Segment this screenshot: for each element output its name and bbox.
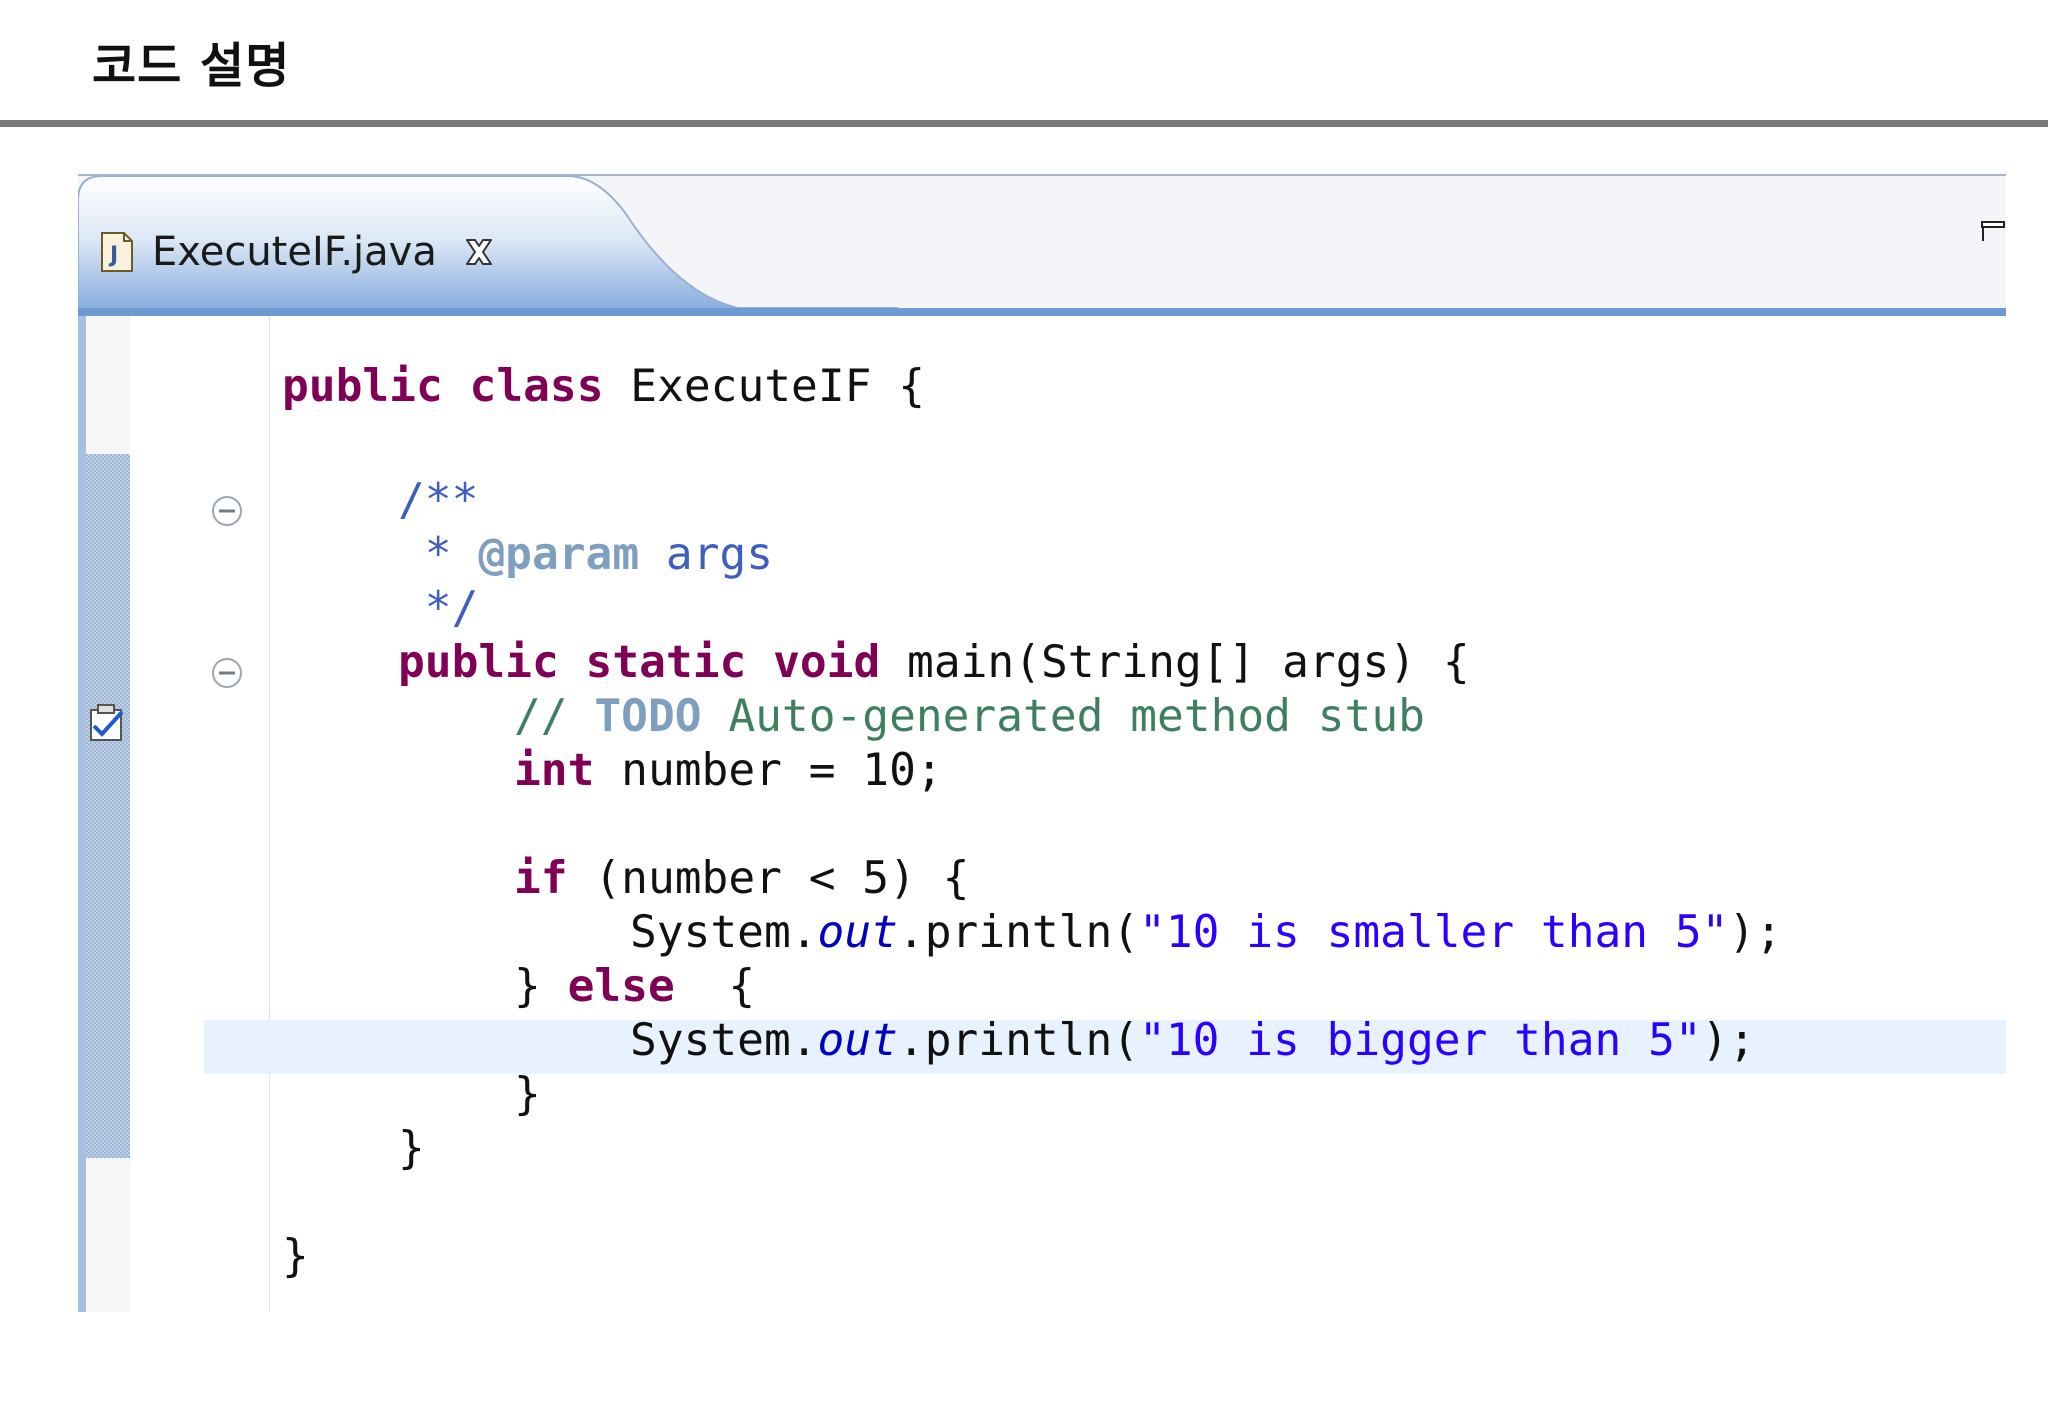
keyword: else: [567, 961, 675, 1012]
code-line-3: /**: [398, 475, 479, 526]
keyword: public: [282, 361, 443, 412]
tab-strip-bottom-border: [78, 308, 2006, 316]
title-divider: [0, 120, 2048, 127]
string-literal: "10 is bigger than 5": [1139, 1015, 1702, 1066]
todo-tag: TODO: [594, 691, 702, 742]
tab-executeif-java[interactable]: J ExecuteIF.java: [100, 220, 497, 284]
code-text-span: (number < 5) {: [567, 853, 970, 904]
code-text-span: .println(: [897, 1015, 1140, 1066]
minimize-icon[interactable]: [1980, 216, 2006, 244]
code-text-span: {: [674, 961, 756, 1012]
editor-tab-strip: J ExecuteIF.java: [78, 174, 2006, 316]
page-title: 코드 설명: [92, 38, 291, 94]
keyword: static: [585, 637, 747, 688]
code-line-4: * @param args: [398, 528, 773, 582]
code-line-12: } else {: [514, 960, 755, 1014]
keyword: void: [773, 637, 881, 688]
code-line-13: System.out.println("10 is bigger than 5"…: [630, 1014, 1755, 1068]
code-line-10: if (number < 5) {: [514, 852, 969, 906]
close-icon[interactable]: [461, 234, 497, 270]
code-text-span: );: [1701, 1015, 1756, 1066]
code-text-span: main(String[] args) {: [880, 637, 1470, 688]
task-marker-icon[interactable]: [88, 702, 126, 742]
keyword: public: [398, 637, 559, 688]
code-text-span: number = 10;: [594, 745, 943, 796]
code-text-span: System.: [630, 907, 818, 958]
code-line-8: int number = 10;: [514, 744, 943, 798]
keyword: if: [514, 853, 568, 904]
code-line-6: public static void main(String[] args) {: [398, 636, 1470, 690]
javadoc-text: args: [639, 529, 774, 580]
range-indicator: [86, 454, 130, 1158]
javadoc-text: *: [398, 529, 479, 580]
static-field: out: [817, 1015, 898, 1066]
java-file-icon: J: [101, 232, 133, 272]
code-editor-area[interactable]: public class ExecuteIF { /** * @param ar…: [78, 316, 2006, 1312]
code-line-14: }: [514, 1069, 541, 1120]
code-line-1: public class ExecuteIF {: [282, 360, 925, 414]
code-text-span: ExecuteIF {: [603, 361, 926, 412]
code-text-span: System.: [630, 1015, 818, 1066]
static-field: out: [817, 907, 898, 958]
code-line-11: System.out.println("10 is smaller than 5…: [630, 906, 1782, 960]
comment-text: //: [514, 691, 595, 742]
code-text-span: .println(: [897, 907, 1140, 958]
keyword: int: [514, 745, 595, 796]
keyword: class: [469, 361, 604, 412]
editor-left-border: [78, 316, 86, 1312]
code-text-span: );: [1728, 907, 1783, 958]
java-editor: J ExecuteIF.java public class ExecuteIF …: [78, 174, 2006, 1312]
javadoc-tag: @param: [478, 529, 640, 580]
code-text[interactable]: public class ExecuteIF { /** * @param ar…: [204, 316, 1994, 1312]
code-line-15: }: [398, 1123, 425, 1174]
string-literal: "10 is smaller than 5": [1139, 907, 1729, 958]
svg-text:J: J: [108, 243, 118, 268]
slide-page: 코드 설명 J ExecuteIF.java public class Exec…: [0, 0, 2048, 1418]
code-line-17: }: [282, 1231, 309, 1282]
code-text-span: }: [514, 961, 568, 1012]
tab-label: ExecuteIF.java: [152, 229, 437, 275]
comment-text: Auto-generated method stub: [701, 691, 1425, 742]
code-line-7: // TODO Auto-generated method stub: [514, 690, 1425, 744]
code-line-5: */: [398, 583, 479, 634]
